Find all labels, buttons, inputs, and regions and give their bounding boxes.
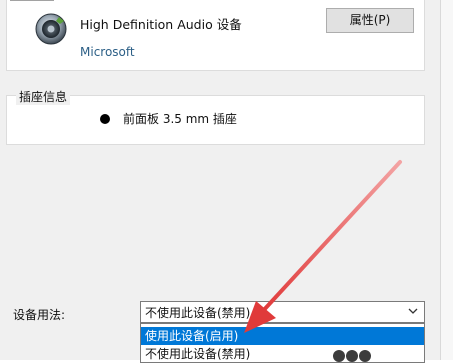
jack-label: 前面板 3.5 mm 插座 — [123, 112, 237, 126]
jack-color-dot — [100, 114, 110, 124]
device-group-title-cropped — [10, 0, 56, 3]
speaker-icon — [34, 12, 68, 46]
watermark-blob — [359, 350, 371, 362]
device-usage-select[interactable]: 不使用此设备(禁用) — [140, 301, 425, 323]
device-vendor: Microsoft — [80, 45, 135, 59]
watermark-blob — [333, 350, 345, 362]
device-usage-dropdown-list: 使用此设备(启用) 不使用此设备(禁用) — [140, 323, 425, 363]
chevron-down-icon[interactable] — [407, 305, 419, 317]
option-enable-device[interactable]: 使用此设备(启用) — [141, 327, 424, 345]
device-name: High Definition Audio 设备 — [80, 17, 242, 32]
window-edge — [440, 0, 453, 360]
device-usage-selected-value: 不使用此设备(禁用) — [145, 306, 251, 320]
watermark-blob — [346, 350, 358, 362]
device-usage-label: 设备用法: — [13, 308, 66, 322]
option-disable-device[interactable]: 不使用此设备(禁用) — [141, 345, 424, 363]
jack-info-title: 插座信息 — [16, 88, 71, 105]
properties-button[interactable]: 属性(P) — [326, 8, 414, 33]
sound-device-properties-dialog: High Definition Audio 设备 Microsoft 属性(P)… — [0, 0, 440, 363]
